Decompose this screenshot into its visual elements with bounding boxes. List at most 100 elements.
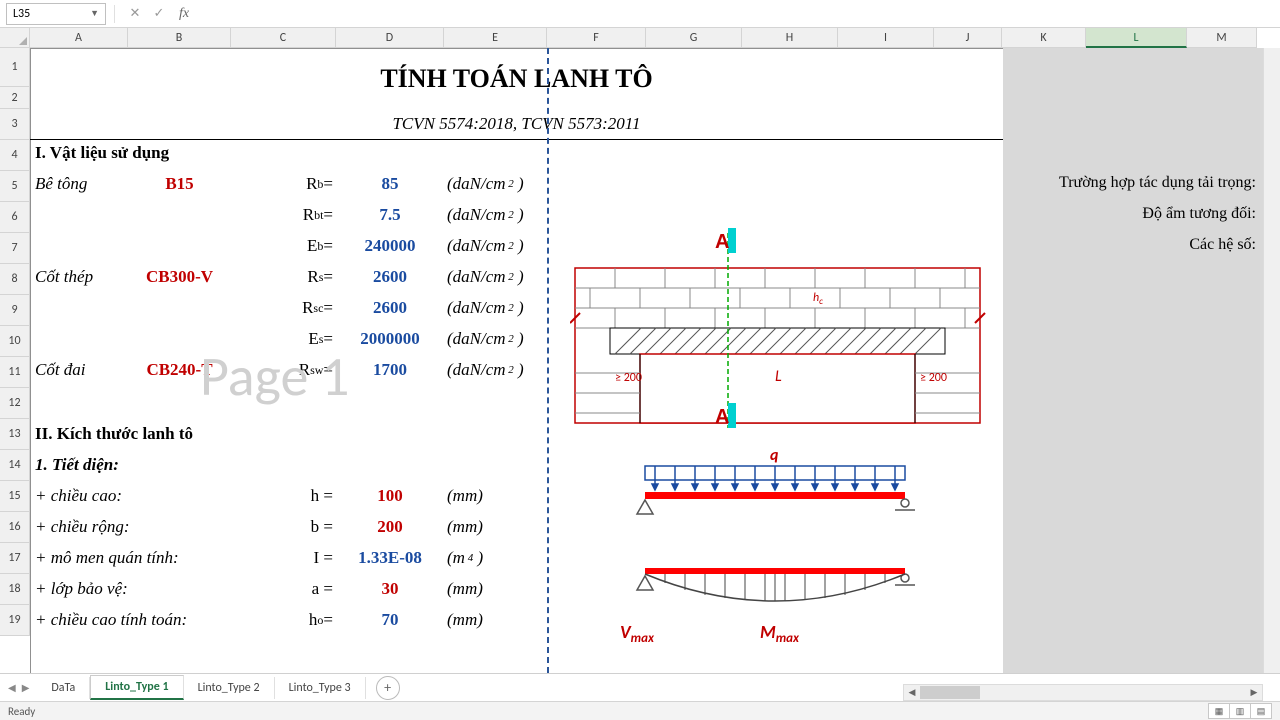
sym-I: I = bbox=[231, 548, 336, 568]
row-header[interactable]: 4 bbox=[0, 140, 30, 171]
svg-text:A: A bbox=[715, 231, 729, 253]
col-header[interactable]: H bbox=[742, 28, 838, 48]
svg-text:Vmax: Vmax bbox=[620, 621, 655, 646]
val-b: 200 bbox=[336, 517, 444, 537]
row-header[interactable]: 15 bbox=[0, 481, 30, 512]
normal-view-icon[interactable]: ▦ bbox=[1208, 703, 1230, 719]
grade-cotthep: CB300-V bbox=[128, 267, 231, 287]
row-header[interactable]: 14 bbox=[0, 450, 30, 481]
unit-b: (mm) bbox=[444, 517, 486, 537]
row-header[interactable]: 12 bbox=[0, 388, 30, 419]
moment-diagram: Vmax Mmax bbox=[620, 558, 940, 648]
svg-text:hc: hc bbox=[813, 291, 823, 307]
val-Rb: 85 bbox=[336, 174, 444, 194]
row-header[interactable]: 17 bbox=[0, 543, 30, 574]
sym-Rb: Rb = bbox=[231, 174, 336, 194]
row-headers: 1 2 3 4 5 6 7 8 9 10 11 12 13 14 15 16 1… bbox=[0, 48, 30, 636]
unit-Es: (daN/cm 2 ) bbox=[444, 329, 527, 349]
row-header[interactable]: 1 bbox=[0, 48, 30, 87]
scroll-thumb[interactable] bbox=[920, 686, 980, 699]
row-header[interactable]: 2 bbox=[0, 87, 30, 109]
label-ho: + chiều cao tính toán: bbox=[32, 610, 190, 630]
add-sheet-button[interactable]: + bbox=[376, 676, 400, 700]
sym-h: h = bbox=[231, 486, 336, 506]
val-Rsw: 1700 bbox=[336, 360, 444, 380]
cells-area[interactable]: TÍNH TOÁN LANH TÔ TCVN 5574:2018, TCVN 5… bbox=[30, 48, 1263, 673]
val-ho: 70 bbox=[336, 610, 444, 630]
vertical-scrollbar[interactable] bbox=[1263, 48, 1280, 673]
scroll-left-icon[interactable]: ◀ bbox=[904, 685, 920, 700]
sheet-tab[interactable]: DaTa bbox=[37, 677, 90, 699]
col-header[interactable]: K bbox=[1002, 28, 1086, 48]
row-header[interactable]: 19 bbox=[0, 605, 30, 636]
row-header[interactable]: 10 bbox=[0, 326, 30, 357]
row-header[interactable]: 11 bbox=[0, 357, 30, 388]
col-header[interactable]: D bbox=[336, 28, 444, 48]
label-I: + mô men quán tính: bbox=[32, 548, 182, 568]
row-header[interactable]: 5 bbox=[0, 171, 30, 202]
col-header[interactable]: B bbox=[128, 28, 231, 48]
formula-input[interactable] bbox=[193, 3, 1274, 25]
col-header[interactable]: G bbox=[646, 28, 742, 48]
row-header[interactable]: 9 bbox=[0, 295, 30, 326]
col-header[interactable]: L bbox=[1086, 28, 1187, 48]
svg-text:Mmax: Mmax bbox=[760, 621, 800, 646]
svg-text:q: q bbox=[770, 448, 778, 465]
unit-ho: (mm) bbox=[444, 610, 486, 630]
val-Rs: 2600 bbox=[336, 267, 444, 287]
col-header[interactable]: A bbox=[30, 28, 128, 48]
row-header[interactable]: 6 bbox=[0, 202, 30, 233]
sym-b: b = bbox=[231, 517, 336, 537]
unit-Rbt: (daN/cm 2 ) bbox=[444, 205, 527, 225]
section1-head: I. Vật liệu sử dụng bbox=[32, 143, 172, 163]
row-header[interactable]: 18 bbox=[0, 574, 30, 605]
row-header[interactable]: 16 bbox=[0, 512, 30, 543]
val-Eb: 240000 bbox=[336, 236, 444, 256]
name-box-dropdown-icon[interactable]: ▼ bbox=[90, 8, 99, 19]
val-Es: 2000000 bbox=[336, 329, 444, 349]
sheet-nav-arrows[interactable]: ◀▶ bbox=[0, 681, 37, 694]
col-header[interactable]: J bbox=[934, 28, 1002, 48]
row-header[interactable]: 3 bbox=[0, 109, 30, 140]
page-break-view-icon[interactable]: ▤ bbox=[1250, 703, 1272, 719]
row-header[interactable]: 7 bbox=[0, 233, 30, 264]
column-headers: A B C D E F G H I J K L M bbox=[0, 28, 1263, 48]
col-header[interactable]: F bbox=[547, 28, 646, 48]
accept-formula-icon[interactable]: ✓ bbox=[149, 4, 169, 24]
row-header[interactable]: 8 bbox=[0, 264, 30, 295]
gray-label-1: Trường hợp tác dụng tải trọng: bbox=[1059, 174, 1256, 192]
spreadsheet-grid: A B C D E F G H I J K L M 1 2 3 4 5 6 7 … bbox=[0, 28, 1280, 673]
name-box-value: L35 bbox=[13, 7, 30, 21]
col-header[interactable]: E bbox=[444, 28, 547, 48]
name-box[interactable]: L35 ▼ bbox=[6, 3, 106, 25]
scroll-right-icon[interactable]: ▶ bbox=[1246, 685, 1262, 700]
unit-Rsw: (daN/cm 2 ) bbox=[444, 360, 527, 380]
svg-text:≥ 200: ≥ 200 bbox=[920, 371, 947, 385]
col-header[interactable]: C bbox=[231, 28, 336, 48]
formula-bar: L35 ▼ ✕ ✓ fx bbox=[0, 0, 1280, 28]
status-bar: Ready ▦ ▥ ▤ bbox=[0, 701, 1280, 720]
col-header[interactable]: I bbox=[838, 28, 934, 48]
val-a: 30 bbox=[336, 579, 444, 599]
sheet-tab[interactable]: Linto_Type 1 bbox=[90, 675, 183, 700]
fx-icon[interactable]: fx bbox=[179, 6, 189, 22]
page-subtitle: TCVN 5574:2018, TCVN 5573:2011 bbox=[30, 109, 1003, 140]
label-betong: Bê tông bbox=[32, 174, 90, 194]
label-cotthep: Cốt thép bbox=[32, 267, 96, 287]
horizontal-scrollbar[interactable]: ◀ ▶ bbox=[903, 684, 1263, 701]
svg-text:≥ 200: ≥ 200 bbox=[615, 371, 642, 385]
col-header[interactable]: M bbox=[1187, 28, 1257, 48]
row-header[interactable]: 13 bbox=[0, 419, 30, 450]
sym-a: a = bbox=[231, 579, 336, 599]
section2-sub: 1. Tiết diện: bbox=[32, 455, 122, 475]
cancel-formula-icon[interactable]: ✕ bbox=[125, 4, 145, 24]
status-text: Ready bbox=[8, 705, 35, 718]
page-title: TÍNH TOÁN LANH TÔ bbox=[30, 48, 1003, 109]
select-all-button[interactable] bbox=[0, 28, 30, 48]
val-Rbt: 7.5 bbox=[336, 205, 444, 225]
page-layout-view-icon[interactable]: ▥ bbox=[1229, 703, 1251, 719]
grade-cotdai: CB240-T bbox=[128, 360, 231, 380]
sheet-tab[interactable]: Linto_Type 3 bbox=[275, 677, 366, 699]
unit-a: (mm) bbox=[444, 579, 486, 599]
sheet-tab[interactable]: Linto_Type 2 bbox=[184, 677, 275, 699]
